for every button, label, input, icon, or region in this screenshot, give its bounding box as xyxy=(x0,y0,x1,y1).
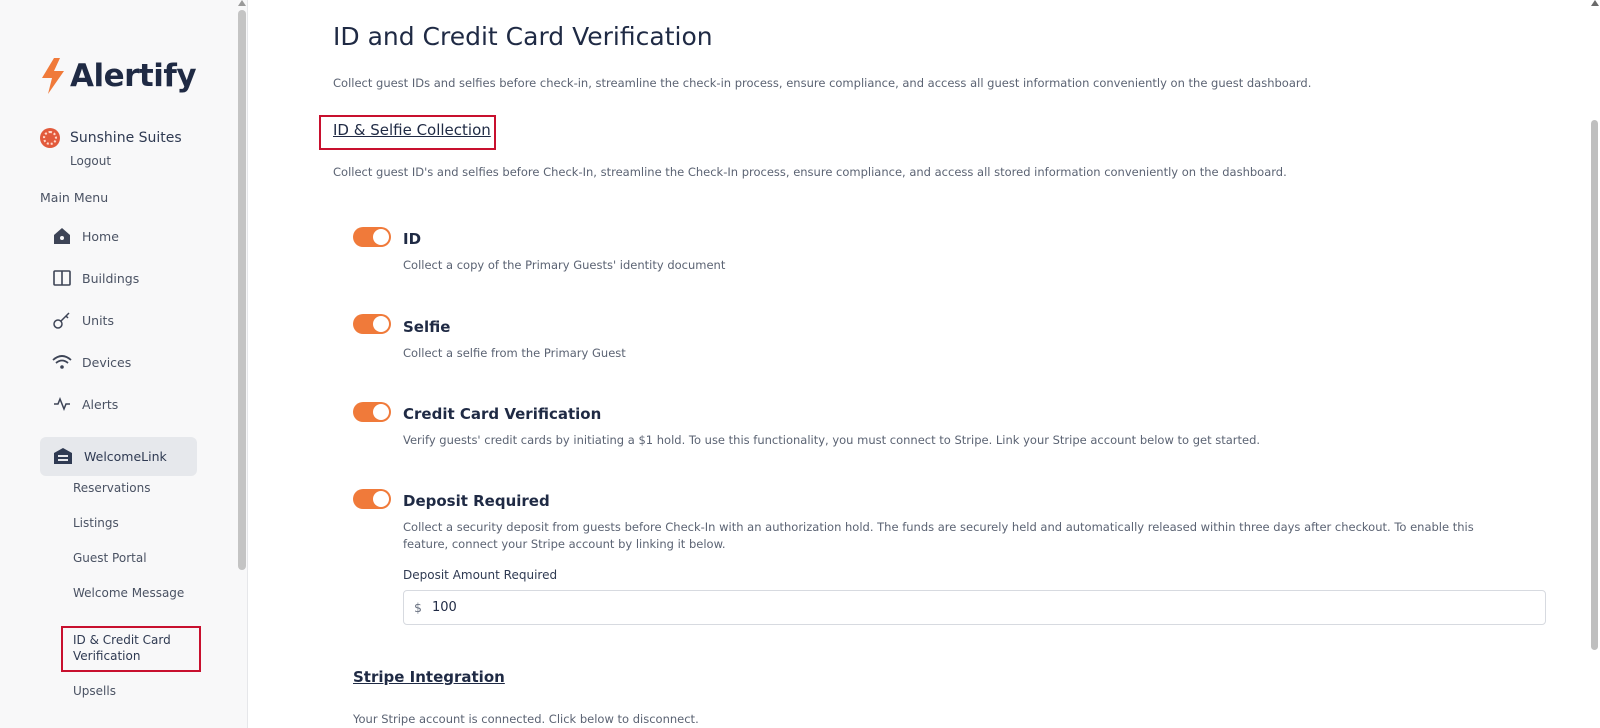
section-title-link[interactable]: ID & Selfie Collection xyxy=(333,121,491,139)
sidebar-item-label: Home xyxy=(82,228,119,244)
brand-name: Alertify xyxy=(70,58,197,94)
subnav-id-credit-card-verification[interactable]: ID & Credit Card Verification xyxy=(73,632,193,664)
app-root: Alertify Sunshine Suites Logout Main Men… xyxy=(0,0,1600,728)
subnav-reservations[interactable]: Reservations xyxy=(73,481,150,495)
toggle-credit-card-verification[interactable] xyxy=(353,402,391,422)
sidebar-item-home[interactable]: Home xyxy=(52,221,119,251)
option-title-selfie: Selfie xyxy=(403,318,451,336)
subnav-upsells[interactable]: Upsells xyxy=(73,684,116,698)
deposit-amount-label: Deposit Amount Required xyxy=(403,568,558,582)
currency-symbol: $ xyxy=(414,600,422,615)
building-icon xyxy=(52,446,74,466)
section-description: Collect guest ID's and selfies before Ch… xyxy=(333,165,1287,179)
option-desc-id: Collect a copy of the Primary Guests' id… xyxy=(403,258,726,272)
toggle-deposit-required[interactable] xyxy=(353,489,391,509)
toggle-id[interactable] xyxy=(353,227,391,247)
sidebar-item-label: Units xyxy=(82,312,114,328)
sidebar: Alertify Sunshine Suites Logout Main Men… xyxy=(0,0,248,728)
subnav-listings[interactable]: Listings xyxy=(73,516,119,530)
activity-icon xyxy=(52,394,72,414)
main-scrollbar[interactable] xyxy=(1591,120,1598,650)
stripe-integration-title[interactable]: Stripe Integration xyxy=(353,668,505,686)
sidebar-item-label: Buildings xyxy=(82,270,140,286)
sidebar-scroll-up-arrow[interactable] xyxy=(238,0,246,6)
logout-link[interactable]: Logout xyxy=(70,154,111,168)
home-icon xyxy=(52,226,72,246)
lightning-icon xyxy=(42,58,64,94)
wifi-icon xyxy=(52,352,72,372)
deposit-amount-input[interactable] xyxy=(431,600,1432,615)
option-title-deposit: Deposit Required xyxy=(403,492,550,510)
sidebar-item-buildings[interactable]: Buildings xyxy=(52,263,139,293)
property-name: Sunshine Suites xyxy=(70,130,182,146)
property-icon xyxy=(40,128,60,148)
key-icon xyxy=(52,310,72,330)
sidebar-scrollbar[interactable] xyxy=(238,10,246,570)
sidebar-item-label: WelcomeLink xyxy=(84,448,167,464)
sidebar-item-welcomelink[interactable]: WelcomeLink xyxy=(52,441,167,471)
sidebar-item-label: Devices xyxy=(82,354,132,370)
toggle-selfie[interactable] xyxy=(353,314,391,334)
deposit-amount-field[interactable]: $ xyxy=(403,590,1546,625)
main-scroll-up-arrow[interactable] xyxy=(1591,0,1599,6)
subnav-welcome-message[interactable]: Welcome Message xyxy=(73,586,184,600)
option-title-credit-card: Credit Card Verification xyxy=(403,405,602,423)
subnav-guest-portal[interactable]: Guest Portal xyxy=(73,551,147,565)
sidebar-item-label: Alerts xyxy=(82,396,119,412)
option-desc-credit-card: Verify guests' credit cards by initiatin… xyxy=(403,433,1261,447)
sidebar-item-alerts[interactable]: Alerts xyxy=(52,389,118,419)
property-selector[interactable]: Sunshine Suites xyxy=(40,128,182,148)
main-menu-title: Main Menu xyxy=(40,190,109,205)
sidebar-item-devices[interactable]: Devices xyxy=(52,347,131,377)
main-content: ID and Credit Card Verification Collect … xyxy=(248,0,1600,728)
option-title-id: ID xyxy=(403,230,422,248)
option-desc-selfie: Collect a selfie from the Primary Guest xyxy=(403,346,626,360)
page-description: Collect guest IDs and selfies before che… xyxy=(333,76,1312,90)
sidebar-item-units[interactable]: Units xyxy=(52,305,114,335)
option-desc-deposit: Collect a security deposit from guests b… xyxy=(403,520,1474,551)
page-title: ID and Credit Card Verification xyxy=(333,22,713,51)
brand-logo[interactable]: Alertify xyxy=(40,58,197,94)
book-icon xyxy=(52,268,72,288)
stripe-status-text: Your Stripe account is connected. Click … xyxy=(353,712,699,726)
